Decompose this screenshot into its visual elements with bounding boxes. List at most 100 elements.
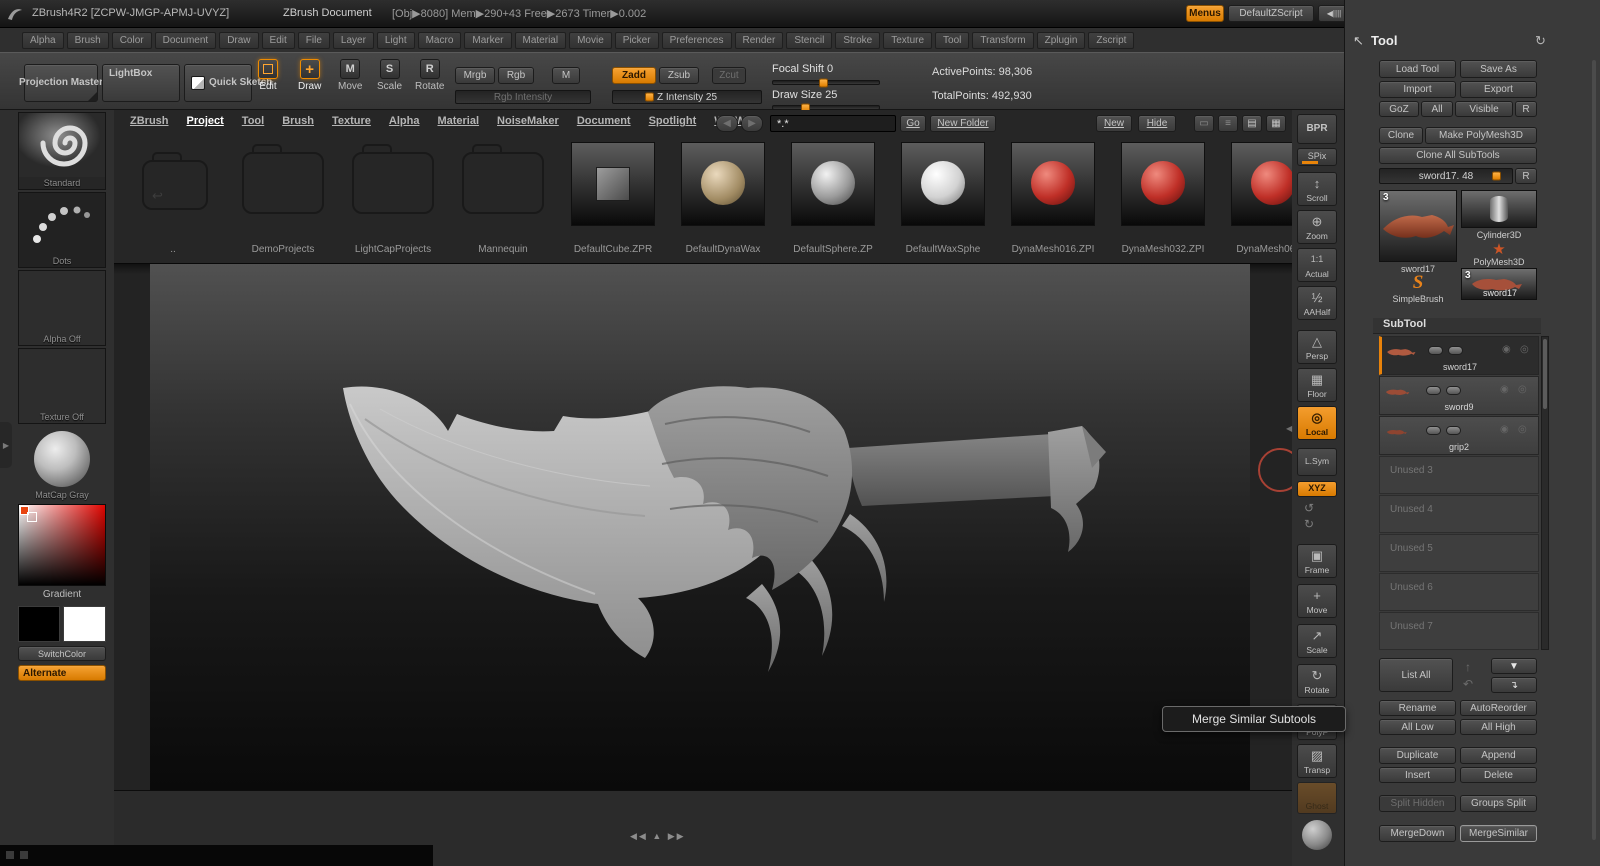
lightbox-minimize-view-icon[interactable]: ▭ — [1194, 115, 1214, 132]
spix-slider[interactable]: SPix — [1297, 148, 1337, 166]
make-polymesh3d-button[interactable]: Make PolyMesh3D — [1425, 127, 1537, 144]
lsym-button[interactable]: L.Sym — [1297, 448, 1337, 476]
color-picker[interactable] — [18, 504, 106, 586]
tray-scrollbar[interactable] — [1592, 60, 1596, 840]
z-intensity-slider[interactable]: Z Intensity 25 — [612, 90, 762, 104]
brush-icon[interactable]: ◎ — [1520, 344, 1529, 355]
rename-button[interactable]: Rename — [1379, 700, 1456, 716]
focal-shift-handle[interactable] — [819, 78, 828, 87]
visibility-toggle-icon[interactable] — [1426, 386, 1441, 395]
persp-button[interactable]: △ Persp — [1297, 330, 1337, 364]
all-low-button[interactable]: All Low — [1379, 719, 1456, 735]
lightbox-tab-spotlight[interactable]: Spotlight — [649, 115, 697, 127]
menu-marker[interactable]: Marker — [464, 31, 512, 49]
subtool-row-unused5[interactable]: Unused 5 — [1379, 534, 1539, 572]
z-intensity-handle[interactable] — [645, 92, 654, 102]
load-tool-button[interactable]: Load Tool — [1379, 60, 1456, 78]
subtool-row-sword17[interactable]: ◉ ◎ sword17 — [1379, 336, 1539, 375]
rgb-button[interactable]: Rgb — [498, 67, 534, 84]
menu-movie[interactable]: Movie — [569, 31, 612, 49]
menu-color[interactable]: Color — [111, 31, 152, 49]
lightbox-go-button[interactable]: Go — [900, 115, 926, 132]
polymesh3d-star-icon[interactable]: ★ — [1461, 240, 1537, 258]
menu-preferences[interactable]: Preferences — [661, 31, 732, 49]
nav-scale-button[interactable]: ↗ Scale — [1297, 624, 1337, 658]
polypaint-toggle-icon[interactable] — [1446, 426, 1461, 435]
active-tool-thumbnail[interactable]: 3 — [1379, 190, 1457, 262]
merge-similar-button[interactable]: MergeSimilar — [1460, 825, 1537, 842]
left-tray-handle[interactable]: ▶ — [0, 422, 12, 468]
rotate-axis-icon[interactable]: ↺ — [1304, 501, 1314, 515]
visibility-toggle-icon[interactable] — [1426, 426, 1441, 435]
lightbox-item-up[interactable]: ↩ .. — [118, 140, 228, 262]
save-as-button[interactable]: Save As — [1460, 60, 1537, 78]
lightbox-tab-zbrush[interactable]: ZBrush — [130, 115, 169, 127]
zadd-button[interactable]: Zadd — [612, 67, 656, 84]
list-all-button[interactable]: List All — [1379, 658, 1453, 692]
delete-button[interactable]: Delete — [1460, 767, 1537, 783]
move-mode-button[interactable]: M Move — [338, 59, 362, 92]
quick-sketch-button[interactable]: Quick Sketch — [184, 64, 272, 102]
lightbox-tab-tool[interactable]: Tool — [242, 115, 264, 127]
move-down-button[interactable]: ▼ — [1491, 658, 1537, 674]
bottom-bar-icon-1[interactable] — [6, 851, 14, 859]
document-canvas[interactable]: ◀◀ ▲ ▶▶ — [114, 264, 1292, 866]
bottom-bar-icon-2[interactable] — [20, 851, 28, 859]
menu-document[interactable]: Document — [154, 31, 217, 49]
clone-all-subtools-button[interactable]: Clone All SubTools — [1379, 147, 1537, 164]
lightbox-hide-button[interactable]: Hide — [1138, 115, 1176, 132]
brush-icon[interactable]: ◎ — [1518, 384, 1527, 395]
lightbox-item-dynamesh016[interactable]: DynaMesh016.ZPI — [998, 140, 1108, 262]
polypaint-toggle-icon[interactable] — [1448, 346, 1463, 355]
menu-stroke[interactable]: Stroke — [835, 31, 881, 49]
lightbox-item-demoprojects[interactable]: DemoProjects — [228, 140, 338, 262]
lightbox-tab-alpha[interactable]: Alpha — [389, 115, 420, 127]
cylinder3d-thumbnail[interactable] — [1461, 190, 1537, 228]
append-button[interactable]: Append — [1460, 747, 1537, 764]
menu-brush[interactable]: Brush — [66, 31, 109, 49]
zoom-button[interactable]: ⊕ Zoom — [1297, 210, 1337, 244]
alternate-button[interactable]: Alternate — [18, 665, 106, 681]
lightbox-grid-view-icon[interactable]: ▤ — [1242, 115, 1262, 132]
rgb-intensity-slider[interactable]: Rgb Intensity — [455, 90, 591, 104]
import-button[interactable]: Import — [1379, 81, 1456, 98]
lightbox-item-defaultsphere[interactable]: DefaultSphere.ZP — [778, 140, 888, 262]
goz-all-button[interactable]: All — [1421, 101, 1453, 117]
solo-sphere-icon[interactable] — [1302, 820, 1332, 850]
switch-color-button[interactable]: SwitchColor — [18, 646, 106, 661]
menu-transform[interactable]: Transform — [972, 31, 1034, 49]
split-hidden-button[interactable]: Split Hidden — [1379, 795, 1456, 812]
simplebrush-icon[interactable]: S — [1379, 272, 1457, 294]
lightbox-tab-document[interactable]: Document — [577, 115, 631, 127]
menu-stencil[interactable]: Stencil — [786, 31, 833, 49]
export-button[interactable]: Export — [1460, 81, 1537, 98]
zsub-button[interactable]: Zsub — [659, 67, 699, 84]
lightbox-tab-project[interactable]: Project — [187, 115, 224, 127]
color-cursor[interactable] — [27, 512, 37, 522]
move-up-nested-dim-icon[interactable]: ↶ — [1463, 677, 1473, 691]
active-tool-slider[interactable]: sword17. 48 — [1379, 168, 1513, 184]
lightbox-tab-noisemaker[interactable]: NoiseMaker — [497, 115, 559, 127]
ghost-button[interactable]: Ghost — [1297, 782, 1337, 814]
m-button[interactable]: M — [552, 67, 580, 84]
goz-r-button[interactable]: R — [1515, 101, 1537, 117]
focal-shift-slider[interactable] — [772, 78, 880, 87]
scale-mode-button[interactable]: S Scale — [377, 59, 402, 92]
subtool-row-grip2[interactable]: ◉ ◎ grip2 — [1379, 416, 1539, 455]
restore-default-icon[interactable]: ↻ — [1535, 33, 1546, 49]
lightbox-item-dynamesh032[interactable]: DynaMesh032.ZPI — [1108, 140, 1218, 262]
lightbox-forward-button[interactable]: ▶ — [741, 115, 763, 132]
visibility-toggle-icon[interactable] — [1428, 346, 1443, 355]
menu-macro[interactable]: Macro — [417, 31, 462, 49]
zcut-button[interactable]: Zcut — [712, 67, 746, 84]
menus-button[interactable]: Menus — [1186, 5, 1224, 22]
polypaint-toggle-icon[interactable] — [1446, 386, 1461, 395]
spin-axis-icon[interactable]: ↻ — [1304, 517, 1314, 531]
subtool-scrollbar[interactable] — [1541, 336, 1549, 650]
recent-tool-thumbnail[interactable]: 3 sword17 — [1461, 268, 1537, 300]
goz-button[interactable]: GoZ — [1379, 101, 1419, 117]
menu-draw[interactable]: Draw — [219, 31, 259, 49]
subtool-row-sword9[interactable]: ◉ ◎ sword9 — [1379, 376, 1539, 415]
tool-r-button[interactable]: R — [1515, 168, 1537, 184]
lightbox-tab-brush[interactable]: Brush — [282, 115, 314, 127]
